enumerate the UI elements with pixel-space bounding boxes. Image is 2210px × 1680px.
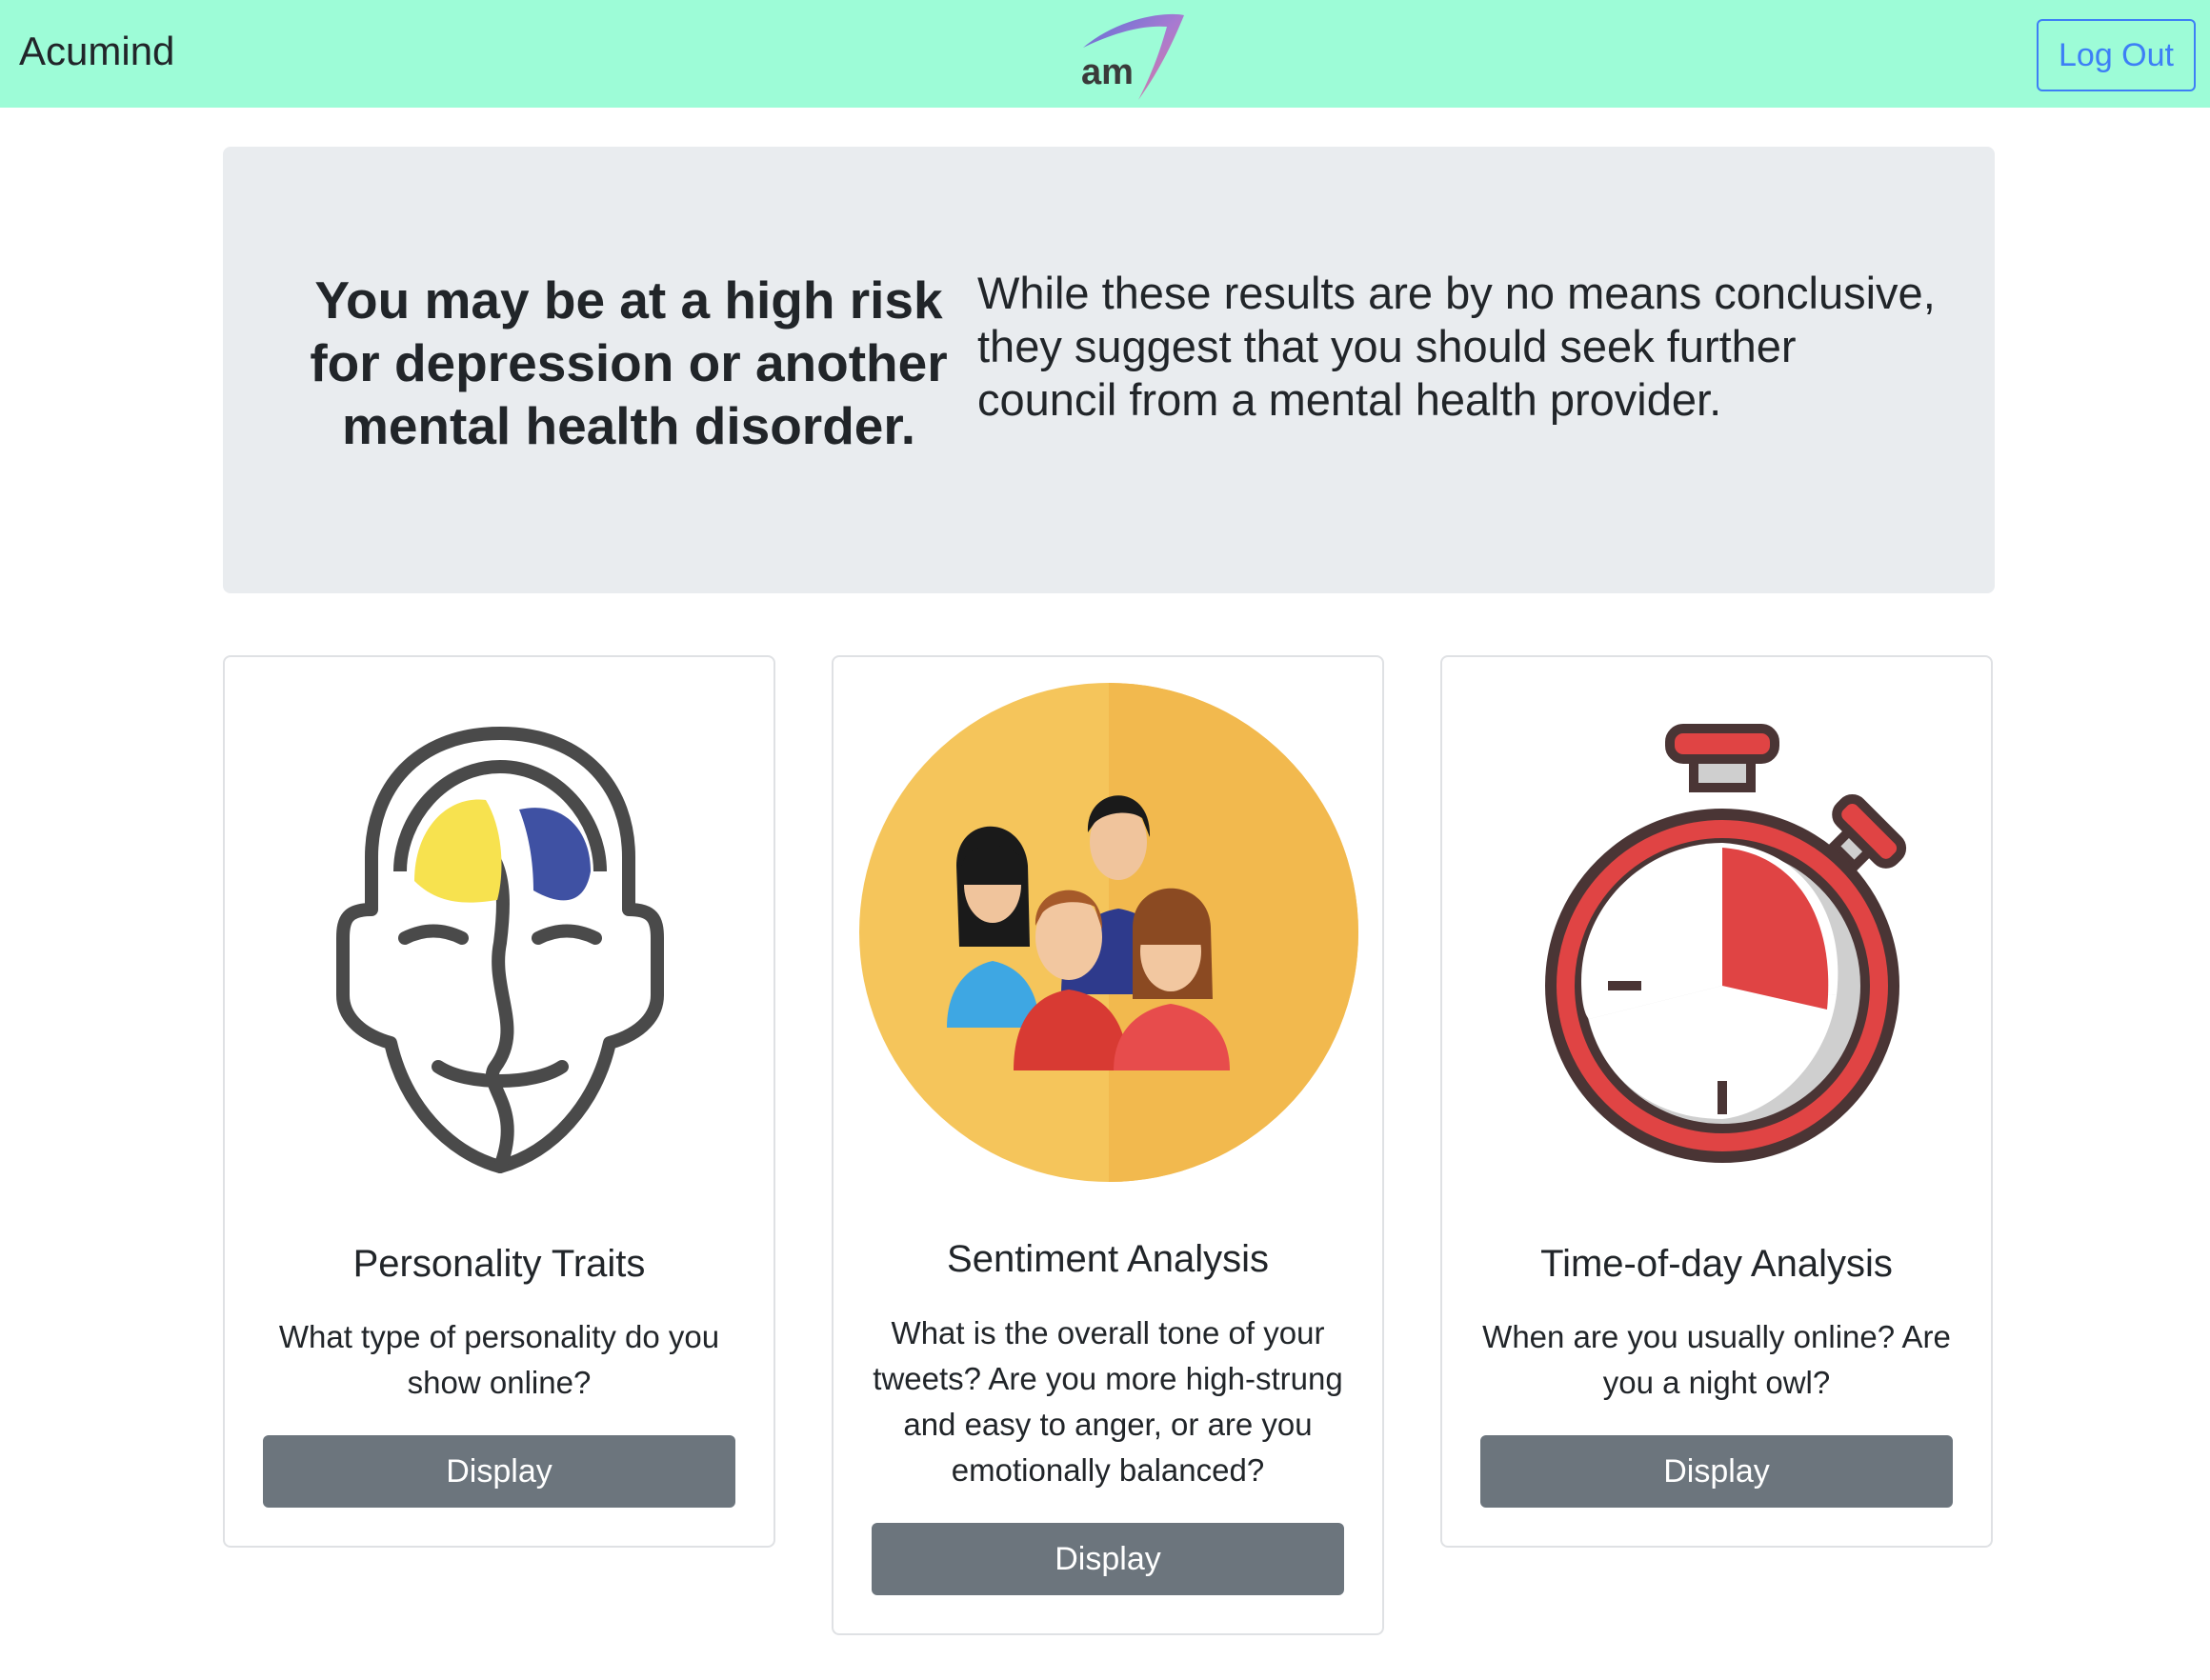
logo-text: am <box>1081 52 1134 92</box>
card-text: When are you usually online? Are you a n… <box>1482 1319 1951 1400</box>
risk-description: While these results are by no means conc… <box>977 268 1936 425</box>
time-of-day-analysis-card: Time-of-day Analysis When are you usuall… <box>1440 655 1993 1548</box>
risk-heading: You may be at a high risk for depression… <box>310 270 948 455</box>
display-time-of-day-button[interactable]: Display <box>1480 1435 1953 1508</box>
brand-link[interactable]: Acumind <box>19 29 174 74</box>
card-title: Personality Traits <box>352 1243 646 1285</box>
logout-button[interactable]: Log Out <box>2037 19 2196 91</box>
display-sentiment-button[interactable]: Display <box>872 1523 1344 1595</box>
group-people-icon <box>859 683 1358 1182</box>
card-text: What type of personality do you show onl… <box>278 1319 720 1400</box>
card-title: Sentiment Analysis <box>947 1238 1269 1280</box>
acumind-logo[interactable]: am <box>1072 10 1200 105</box>
card-text: What is the overall tone of your tweets?… <box>873 1315 1343 1488</box>
card-title: Time-of-day Analysis <box>1540 1243 1893 1285</box>
navbar: Acumind am Log Out <box>0 0 2210 108</box>
display-personality-button[interactable]: Display <box>263 1435 735 1508</box>
stopwatch-icon <box>1545 724 1907 1163</box>
brain-head-icon <box>336 727 664 1173</box>
personality-traits-card: Personality Traits What type of personal… <box>223 655 775 1548</box>
sentiment-analysis-card: Sentiment Analysis What is the overall t… <box>832 655 1384 1635</box>
